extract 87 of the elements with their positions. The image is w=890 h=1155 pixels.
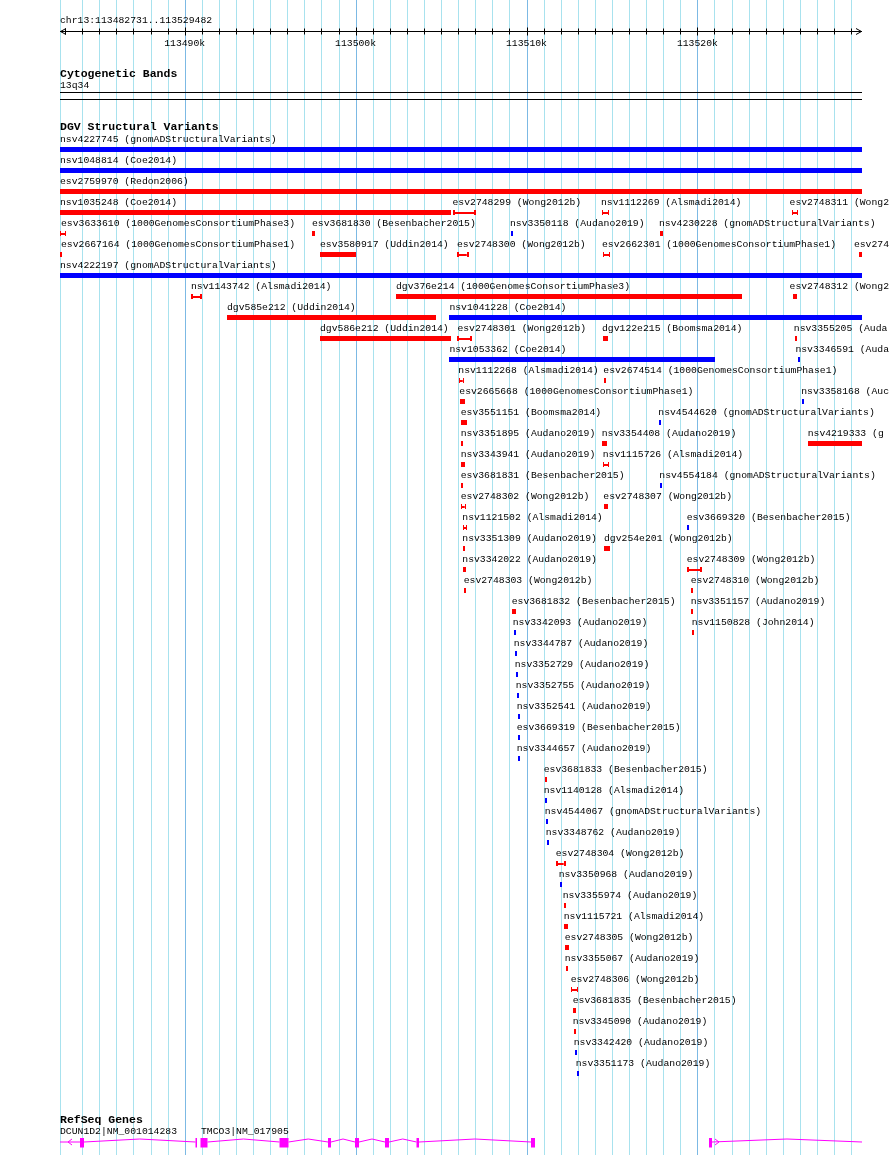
variant-label: nsv1035248 (Coe2014) [60,197,178,209]
variant-label: esv3681835 (Besenbacher2015) [572,995,737,1007]
track-title: DGV Structural Variants [60,121,219,133]
variant-label: esv3633610 (1000GenomesConsortiumPhase3) [61,218,296,230]
region-label: chr13:113482731..113529482 [60,15,213,27]
variant-label: nsv1112268 (Alsmadi2014) [458,365,599,377]
variant-label: nsv4554184 (gnomADStructuralVariants) [659,470,876,482]
variant-label: esv2665668 (1000GenomesConsortiumPhase1) [459,386,694,398]
variant-label: nsv3352541 (Audano2019) [516,701,652,713]
variant-label: esv2748300 (Wong2012b) [457,239,586,251]
variant-label: nsv1115721 (Alsmadi2014) [563,911,705,923]
variant-label: nsv1041228 (Coe2014) [449,302,567,314]
variant-label: nsv4222197 (gnomADStructuralVariants) [60,260,277,272]
variant-label: nsv3355974 (Audano2019) [562,890,698,902]
variant-label: nsv3342022 (Audano2019) [462,554,597,566]
variant-label: nsv4227745 (gnomADStructuralVariants) [60,134,277,146]
variant-label: esv2748312 (Wong2 [789,281,889,293]
variant-label: nsv3351309 (Audano2019) [462,533,597,545]
variant-label: esv2748311 (Wong2 [789,197,889,209]
variant-label: nsv3350118 (Audano2019) [510,218,645,230]
variant-label: nsv3345090 (Audano2019) [572,1016,708,1028]
variant-label: esv3681830 (Besenbacher2015) [312,218,476,230]
variant-label: nsv3354408 (Audano2019) [601,428,737,440]
variant-label: esv2748299 (Wong2012b) [452,197,582,209]
variant-label: dgv376e214 (1000GenomesConsortiumPhase3) [396,281,631,293]
variant-label: esv2667164 (1000GenomesConsortiumPhase1) [61,239,296,251]
variant-label: nsv4219333 (g [807,428,884,440]
variant-label: nsv3351895 (Audano2019) [460,428,596,440]
variant-label: esv3681831 (Besenbacher2015) [460,470,625,482]
variant-label: esv3551151 (Boomsma2014) [460,407,602,419]
variant-label: nsv1121502 (Alsmadi2014) [462,512,603,524]
variant-label: nsv3342093 (Audano2019) [512,617,648,629]
variant-label: nsv4544067 (gnomADStructuralVariants) [544,806,762,818]
variant-label: dgv122e215 (Boomsma2014) [602,323,743,335]
variant-label: esv2748301 (Wong2012b) [457,323,587,335]
gene-label: DCUN1D2|NM_001014283 [60,1126,178,1138]
variant-label: nsv3351173 (Audano2019) [575,1058,711,1070]
variant-label: nsv1150828 (John2014) [691,617,815,629]
variant-label: esv3681833 (Besenbacher2015) [543,764,708,776]
variant-label: esv2748302 (Wong2012b) [460,491,590,503]
gene-label: TMCO3|NM_017905 [201,1126,289,1138]
variant-label: nsv3358168 (Auc [801,386,889,398]
variant-label: esv3669319 (Besenbacher2015) [516,722,681,734]
variant-label: nsv1115726 (Alsmadi2014) [602,449,744,461]
variant-label: esv2748310 (Wong2012b) [690,575,820,587]
variant-label: nsv3343941 (Audano2019) [460,449,596,461]
variant-label: nsv3344787 (Audano2019) [513,638,649,650]
variant-label: esv2748309 (Wong2012b) [686,554,816,566]
variant-label: nsv1112269 (Alsmadi2014) [601,197,742,209]
variant-label: esv2748305 (Wong2012b) [564,932,694,944]
variant-label: nsv3344657 (Audano2019) [516,743,652,755]
tick-label: 113510k [506,37,547,49]
variant-label: nsv4230228 (gnomADStructuralVariants) [659,218,876,230]
variant-label: nsv3346591 (Auda [795,344,889,356]
variant-label: esv3681832 (Besenbacher2015) [511,596,676,608]
variant-label: dgv254e201 (Wong2012b) [604,533,733,545]
track-title: RefSeq Genes [60,1114,143,1126]
variant-label: esv3580917 (Uddin2014) [320,239,449,251]
variant-label: esv274 [853,239,889,251]
variant-label: esv2748307 (Wong2012b) [603,491,733,503]
variant-label: nsv3348762 (Audano2019) [545,827,681,839]
tick-label: 113490k [164,37,206,49]
variant-label: nsv3352755 (Audano2019) [515,680,651,692]
variant-label: esv2748306 (Wong2012b) [570,974,700,986]
variant-label: nsv4544620 (gnomADStructuralVariants) [658,407,875,419]
tick-label: 113520k [676,37,718,49]
variant-label: esv2759970 (Redon2006) [60,176,189,188]
variant-label: nsv3350968 (Audano2019) [558,869,694,881]
variant-label: nsv1053362 (Coe2014) [449,344,567,356]
variant-label: nsv3355205 (Auda [793,323,888,335]
variant-label: esv2748303 (Wong2012b) [463,575,593,587]
variant-label: nsv1140128 (Alsmadi2014) [543,785,685,797]
variant-label: nsv3342420 (Audano2019) [573,1037,709,1049]
variant-label: esv2674514 (1000GenomesConsortiumPhase1) [603,365,838,377]
tick-label: 113500k [335,37,377,49]
variant-label: esv3669320 (Besenbacher2015) [686,512,851,524]
variant-label: esv2662301 (1000GenomesConsortiumPhase1) [602,239,837,251]
variant-label: esv2748304 (Wong2012b) [555,848,685,860]
variant-label: dgv586e212 (Uddin2014) [320,323,449,335]
variant-label: nsv3351157 (Audano2019) [690,596,826,608]
variant-label: nsv3355067 (Audano2019) [564,953,700,965]
track-title: Cytogenetic Bands [60,68,178,80]
variant-label: nsv3352729 (Audano2019) [514,659,650,671]
variant-label: dgv585e212 (Uddin2014) [227,302,356,314]
variant-label: nsv1143742 (Alsmadi2014) [191,281,332,293]
band-label: 13q34 [60,80,90,92]
variant-label: nsv1048814 (Coe2014) [60,155,178,167]
